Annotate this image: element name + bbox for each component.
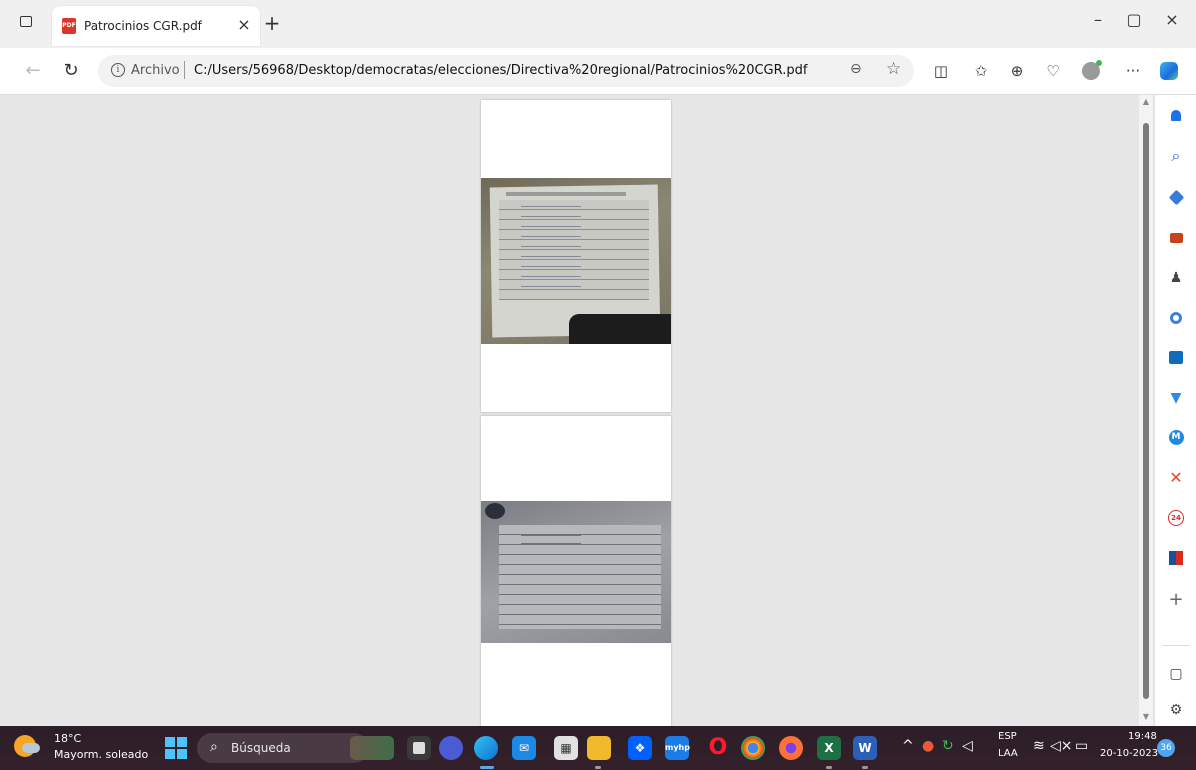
favorite-star-icon[interactable]: ☆ (886, 59, 901, 79)
browser-essentials-icon[interactable]: ♡ (1042, 60, 1064, 82)
tools-icon[interactable] (1165, 227, 1187, 249)
opera-icon[interactable]: O (706, 736, 730, 760)
sync-icon[interactable]: ↻ (942, 738, 954, 754)
excel-icon[interactable]: X (817, 736, 841, 760)
page-1-photo (481, 178, 671, 344)
widget-image-icon[interactable] (350, 736, 394, 760)
tray-language[interactable]: ESP (998, 731, 1017, 742)
scrollbar[interactable]: ▲ ▼ (1139, 95, 1153, 726)
word-running-indicator (862, 766, 868, 769)
24-horas-icon[interactable]: 24 (1165, 507, 1187, 529)
pdf-page-2 (481, 416, 671, 726)
tab-title: Patrocinios CGR.pdf (84, 19, 202, 33)
info-icon[interactable]: i (111, 63, 125, 77)
wifi-icon[interactable]: ≋ (1033, 738, 1045, 754)
more-icon[interactable]: ··· (1122, 60, 1144, 82)
drop-icon[interactable]: ▼ (1165, 387, 1187, 409)
scroll-down-icon[interactable]: ▼ (1142, 712, 1150, 721)
scroll-thumb[interactable] (1143, 123, 1149, 699)
address-bar[interactable]: i Archivo C:/Users/56968/Desktop/democra… (98, 55, 914, 87)
weather-cloud-icon (22, 743, 40, 753)
tray-date[interactable]: 20-10-2023 (1100, 748, 1158, 759)
edge-running-indicator (480, 766, 494, 769)
start-button[interactable] (165, 737, 187, 759)
chrome-icon[interactable] (741, 736, 765, 760)
collections-icon[interactable]: ⊕ (1006, 60, 1028, 82)
new-tab-button[interactable]: + (263, 13, 281, 33)
weather-condition: Mayorm. soleado (54, 748, 149, 761)
location-icon[interactable]: ◁ (962, 738, 973, 754)
navigation-bar: ← ↻ i Archivo C:/Users/56968/Desktop/dem… (0, 48, 1196, 95)
battery-icon[interactable]: ▭ (1075, 738, 1088, 754)
microsoft-365-icon[interactable] (1165, 307, 1187, 329)
tab-close-icon[interactable]: × (236, 17, 252, 33)
flag-icon[interactable] (1165, 547, 1187, 569)
tab-patrocinios[interactable]: PDF Patrocinios CGR.pdf × (52, 6, 260, 46)
address-scheme: Archivo (131, 63, 180, 78)
task-view-icon[interactable] (407, 736, 431, 760)
add-icon[interactable]: + (1165, 589, 1187, 611)
excel-running-indicator (826, 766, 832, 769)
split-screen-icon[interactable]: ◫ (930, 60, 952, 82)
favorites-icon[interactable]: ✩ (970, 60, 992, 82)
notifications-icon[interactable] (1165, 105, 1187, 127)
edge-icon[interactable] (474, 736, 498, 760)
taskbar-search[interactable]: ⌕ Búsqueda (197, 733, 369, 763)
store-icon[interactable]: ▦ (554, 736, 578, 760)
title-bar: PDF Patrocinios CGR.pdf × + – ▢ × (0, 0, 1196, 48)
file-explorer-icon[interactable] (587, 736, 611, 760)
mail-icon[interactable]: ✉ (512, 736, 536, 760)
sidebar-toggle-icon[interactable]: ▢ (1165, 663, 1187, 685)
pdf-icon: PDF (62, 18, 76, 34)
page-2-photo (481, 501, 671, 643)
antivirus-icon[interactable]: ● (922, 738, 934, 754)
zoom-icon[interactable]: ⊖ (850, 61, 862, 77)
search-placeholder: Búsqueda (231, 741, 291, 755)
hp-icon[interactable]: myhp (665, 736, 690, 760)
games-icon[interactable]: ♟ (1165, 267, 1187, 289)
minimize-button[interactable]: – (1078, 6, 1118, 34)
outlook-icon[interactable] (1165, 347, 1187, 369)
tray-time[interactable]: 19:48 (1128, 731, 1157, 742)
address-separator (184, 61, 185, 79)
scroll-up-icon[interactable]: ▲ (1142, 97, 1150, 106)
notification-badge[interactable]: 36 (1157, 739, 1175, 757)
tray-overflow-icon[interactable]: ^ (902, 738, 914, 754)
maximize-button[interactable]: ▢ (1114, 6, 1154, 34)
profile-icon[interactable] (1080, 60, 1102, 82)
explorer-running-indicator (595, 766, 601, 769)
word-icon[interactable]: W (853, 736, 877, 760)
pdf-page-1 (481, 100, 671, 412)
refresh-button[interactable]: ↻ (60, 60, 82, 82)
sidebar-divider (1163, 645, 1189, 646)
address-url[interactable]: C:/Users/56968/Desktop/democratas/elecci… (194, 63, 807, 78)
close-window-button[interactable]: × (1152, 6, 1192, 34)
weather-temp: 18°C (54, 732, 82, 745)
shopping-icon[interactable] (1165, 187, 1187, 209)
tab-actions-icon[interactable] (20, 16, 32, 27)
mercado-icon[interactable]: M (1165, 427, 1187, 449)
dropbox-icon[interactable]: ❖ (628, 736, 652, 760)
search-icon: ⌕ (210, 739, 218, 755)
meet-icon[interactable] (439, 736, 463, 760)
tray-layout[interactable]: LAA (998, 748, 1018, 759)
x-icon[interactable]: ✕ (1165, 467, 1187, 489)
back-button[interactable]: ← (22, 60, 44, 82)
copilot-icon[interactable] (1158, 60, 1180, 82)
pdf-viewer[interactable] (0, 95, 1154, 726)
volume-muted-icon[interactable]: ◁× (1050, 738, 1073, 754)
firefox-icon[interactable] (779, 736, 803, 760)
settings-icon[interactable]: ⚙ (1165, 699, 1187, 721)
search-icon[interactable]: ⌕ (1165, 145, 1187, 167)
taskbar: 18°C Mayorm. soleado ⌕ Búsqueda ✉ ▦ ❖ my… (0, 726, 1196, 770)
edge-sidebar: ⌕ ♟ ▼ M ✕ 24 + ▢ ⚙ (1154, 95, 1196, 726)
